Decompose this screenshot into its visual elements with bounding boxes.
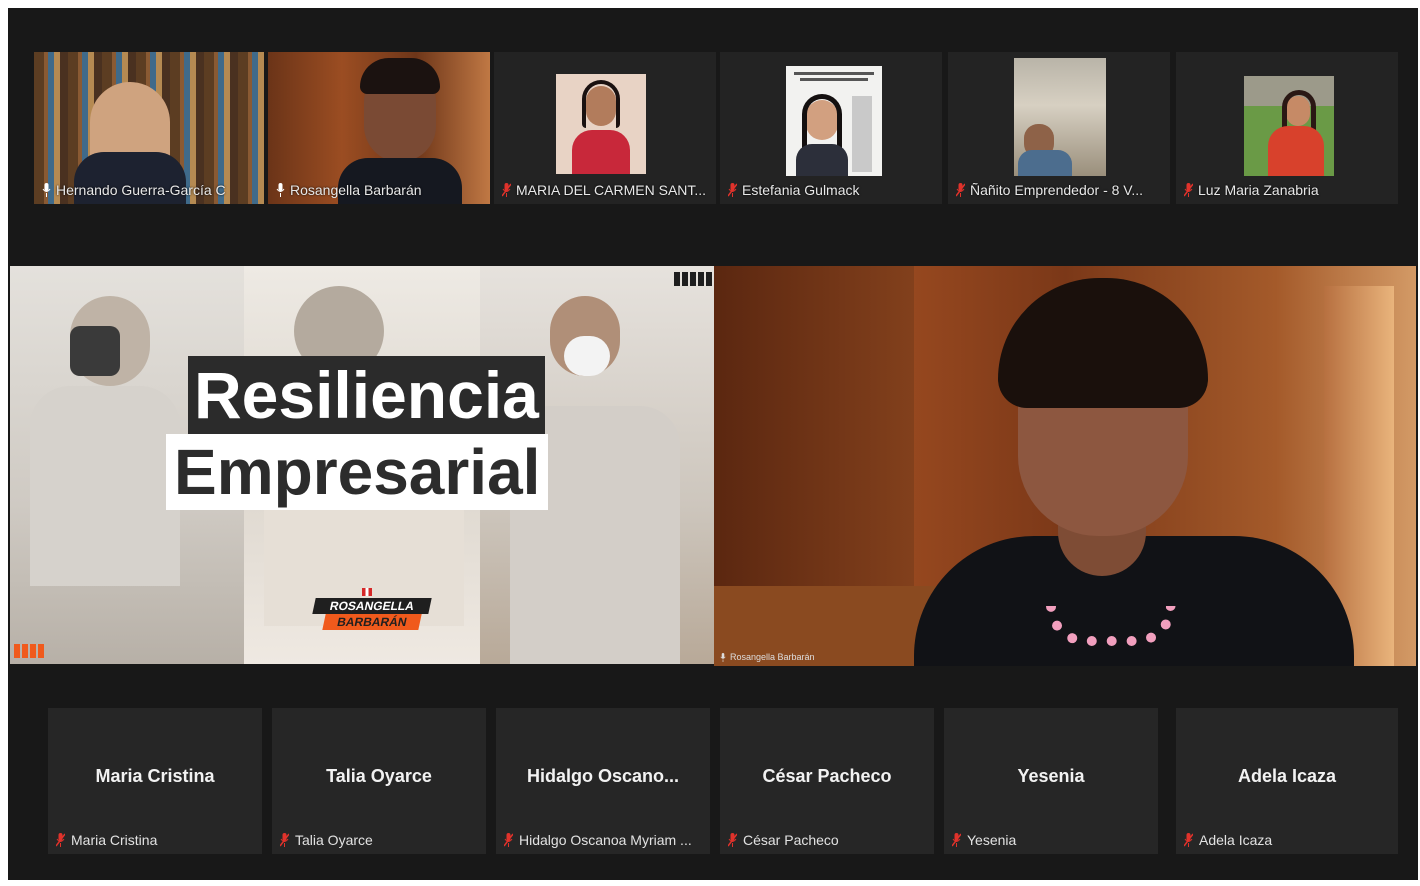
shared-presentation-slide[interactable]: Resiliencia Empresarial ROSANGELLA BARBA… bbox=[10, 266, 714, 664]
participant-name: Adela Icaza bbox=[1199, 832, 1273, 848]
participant-name: Talia Oyarce bbox=[295, 832, 373, 848]
participant-display-name: César Pacheco bbox=[762, 766, 892, 786]
participant-display-name: Maria Cristina bbox=[95, 766, 215, 786]
mic-muted-icon bbox=[280, 833, 289, 847]
video-person-necklace bbox=[1046, 606, 1176, 646]
participant-tile-nanito[interactable]: Ñañito Emprendedor - 8 V... bbox=[948, 52, 1170, 204]
logo-line1: ROSANGELLA bbox=[312, 598, 432, 614]
slide-title-line2: Empresarial bbox=[166, 434, 549, 510]
participant-name: Yesenia bbox=[967, 832, 1017, 848]
mic-muted-icon bbox=[728, 183, 737, 197]
participant-name: César Pacheco bbox=[743, 832, 839, 848]
speaker-name: Rosangella Barbarán bbox=[730, 652, 815, 662]
profile-photo bbox=[1244, 76, 1334, 176]
mic-muted-icon bbox=[1184, 833, 1193, 847]
mic-muted-icon bbox=[728, 833, 737, 847]
participant-name: Hernando Guerra-García C bbox=[56, 182, 226, 198]
participant-name: Luz Maria Zanabria bbox=[1198, 182, 1319, 198]
participant-display-name: Adela Icaza bbox=[1237, 766, 1337, 786]
mic-on-icon bbox=[276, 183, 285, 197]
mic-on-icon bbox=[42, 183, 51, 197]
profile-photo bbox=[786, 66, 882, 176]
mic-muted-icon bbox=[1184, 183, 1193, 197]
mic-muted-icon bbox=[504, 833, 513, 847]
participant-tile-maria-del-carmen[interactable]: MARIA DEL CARMEN SANT... bbox=[494, 52, 716, 204]
video-person-hair bbox=[360, 58, 440, 94]
slide-decor-bars-top bbox=[674, 272, 712, 286]
mic-muted-icon bbox=[956, 183, 965, 197]
participant-display-name: Hidalgo Oscano... bbox=[526, 766, 680, 786]
participant-name: MARIA DEL CARMEN SANT... bbox=[516, 182, 707, 198]
mic-on-icon bbox=[720, 652, 726, 662]
participant-tile-maria-cristina[interactable]: Maria Cristina Maria Cristina bbox=[48, 708, 262, 854]
participant-tile-estefania[interactable]: Estefania Gulmack bbox=[720, 52, 942, 204]
participant-name: Hidalgo Oscanoa Myriam ... bbox=[519, 832, 692, 848]
participant-tile-yesenia[interactable]: Yesenia Yesenia bbox=[944, 708, 1158, 854]
mic-muted-icon bbox=[56, 833, 65, 847]
video-person-hair bbox=[998, 278, 1208, 408]
participant-tile-talia-oyarce[interactable]: Talia Oyarce Talia Oyarce bbox=[272, 708, 486, 854]
flag-icon bbox=[362, 588, 372, 596]
profile-photo bbox=[1014, 58, 1106, 176]
slide-decor-bars-bottom bbox=[14, 644, 44, 658]
participant-tile-cesar-pacheco[interactable]: César Pacheco César Pacheco bbox=[720, 708, 934, 854]
participant-name: Estefania Gulmack bbox=[742, 182, 860, 198]
participant-tile-adela-icaza[interactable]: Adela Icaza Adela Icaza bbox=[1176, 708, 1398, 854]
participant-tile-hernando[interactable]: Hernando Guerra-García C bbox=[34, 52, 264, 204]
mic-muted-icon bbox=[952, 833, 961, 847]
participant-name: Rosangella Barbarán bbox=[290, 182, 422, 198]
slide-brand-logo: ROSANGELLA BARBARÁN bbox=[304, 588, 432, 634]
slide-title-line1: Resiliencia bbox=[188, 356, 545, 434]
participant-tile-luz-maria[interactable]: Luz Maria Zanabria bbox=[1176, 52, 1398, 204]
profile-photo bbox=[556, 74, 646, 174]
logo-line2: BARBARÁN bbox=[322, 614, 422, 630]
participant-display-name: Talia Oyarce bbox=[326, 766, 432, 786]
participant-tile-hidalgo[interactable]: Hidalgo Oscano... Hidalgo Oscanoa Myriam… bbox=[496, 708, 710, 854]
zoom-meeting-window: Hernando Guerra-García C Rosangella Barb… bbox=[8, 8, 1418, 880]
participant-display-name: Yesenia bbox=[1017, 766, 1085, 786]
participant-name: Maria Cristina bbox=[71, 832, 158, 848]
participant-name: Ñañito Emprendedor - 8 V... bbox=[970, 182, 1144, 198]
participant-tile-rosangella[interactable]: Rosangella Barbarán bbox=[268, 52, 490, 204]
mic-muted-icon bbox=[502, 183, 511, 197]
active-speaker-video[interactable]: Rosangella Barbarán bbox=[714, 266, 1416, 666]
